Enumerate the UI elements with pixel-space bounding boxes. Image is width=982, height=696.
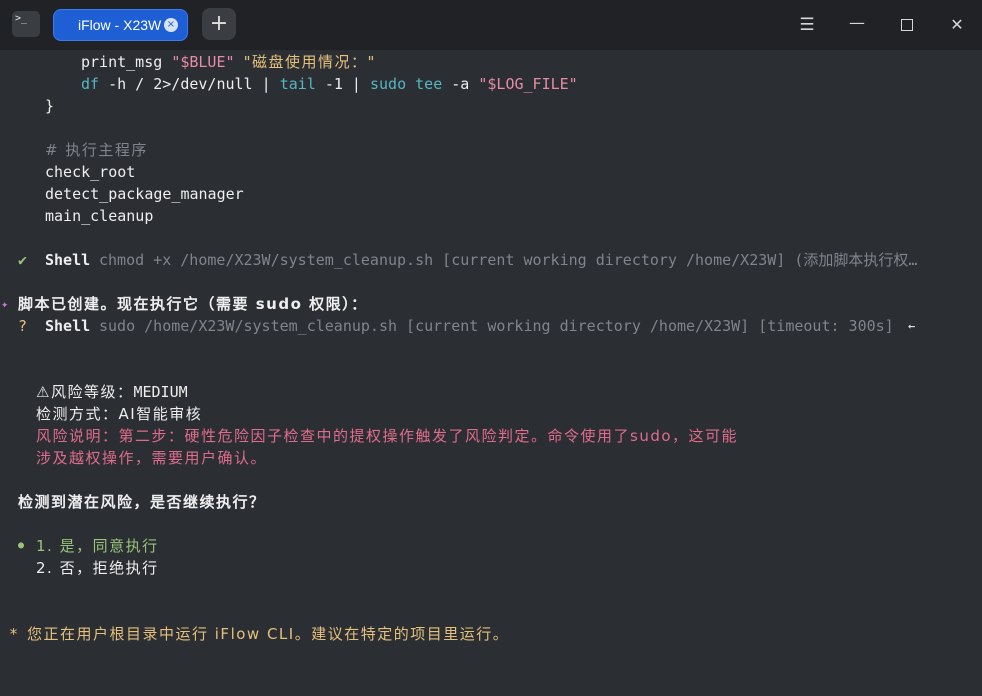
tool-name-shell: Shell: [45, 317, 91, 335]
code-text: -a: [442, 75, 479, 93]
code-line-check-root: check_root: [45, 163, 136, 181]
confirm-question: 检测到潜在风险，是否继续执行？: [18, 493, 266, 511]
check-icon: ✔: [18, 251, 28, 269]
terminal-output[interactable]: print_msg "$BLUE" "磁盘使用情况：" df -h / 2>/d…: [0, 50, 982, 696]
code-fn: print_msg: [81, 53, 163, 71]
tool-command-chmod: chmod +x /home/X23W/system_cleanup.sh [c…: [99, 251, 918, 269]
terminal-app-icon[interactable]: >_: [12, 11, 40, 37]
title-bar: >_ iFlow - X23W × + ☰ — ✕: [0, 0, 982, 50]
pending-icon: ?: [18, 317, 28, 335]
tab-label: iFlow - X23W: [78, 17, 162, 33]
assistant-message: 脚本已创建。现在执行它（需要 sudo 权限）：: [18, 295, 368, 313]
code-comment: # 执行主程序: [45, 141, 148, 159]
sparkle-icon: ✦: [1, 297, 9, 311]
code-cmd-tee: tee: [415, 75, 443, 93]
code-arg-blue: "$BLUE": [171, 53, 235, 71]
code-text: -1 |: [315, 75, 370, 93]
code-cmd-sudo: sudo: [370, 75, 407, 93]
star-icon: *: [9, 625, 19, 643]
risk-method: 检测方式：AI智能审核: [36, 403, 202, 425]
code-line-main-cleanup: main_cleanup: [45, 207, 154, 225]
code-line-brace: }: [45, 97, 55, 115]
tab-close-icon[interactable]: ×: [164, 18, 178, 32]
code-line-df: df -h / 2>/dev/null | tail -1 | sudo tee…: [81, 73, 578, 95]
code-line-detect-pm: detect_package_manager: [45, 185, 244, 203]
arrow-left-icon: ←: [908, 319, 916, 333]
risk-method-label: 检测方式：: [36, 405, 119, 423]
code-text: -h / 2>/dev/null |: [99, 75, 280, 93]
risk-description-line2: 涉及越权操作，需要用户确认。: [36, 449, 268, 467]
code-arg-disk: "磁盘使用情况：": [243, 53, 376, 71]
tool-name-shell: Shell: [45, 251, 91, 269]
terminal-window: >_ iFlow - X23W × + ☰ — ✕ print_msg "$BL…: [0, 0, 982, 696]
menu-icon[interactable]: ☰: [795, 13, 819, 37]
tab-iflow[interactable]: iFlow - X23W ×: [53, 9, 188, 41]
code-cmd-tail: tail: [279, 75, 316, 93]
code-line-print-msg: print_msg "$BLUE" "磁盘使用情况：": [81, 51, 376, 73]
selected-bullet-icon: ●: [18, 540, 25, 551]
risk-level-value: MEDIUM: [133, 383, 188, 401]
code-var-logfile: "$LOG_FILE": [478, 75, 578, 93]
risk-level-label: ⚠风险等级：: [36, 383, 134, 401]
code-cmd-df: df: [81, 75, 100, 93]
option-reject[interactable]: 2. 否，拒绝执行: [36, 557, 159, 579]
new-tab-button[interactable]: +: [202, 8, 236, 40]
option-approve[interactable]: 1. 是，同意执行: [36, 535, 159, 557]
risk-level: ⚠风险等级：MEDIUM: [36, 381, 188, 403]
minimize-icon[interactable]: —: [845, 13, 869, 37]
footer-warning: 您正在用户根目录中运行 iFlow CLI。建议在特定的项目里运行。: [27, 625, 510, 643]
risk-description-line1: 风险说明：第二步：硬性危险因子检查中的提权操作触发了风险判定。命令使用了sudo…: [36, 427, 739, 445]
risk-method-value: AI智能审核: [118, 405, 203, 423]
maximize-icon[interactable]: [895, 13, 919, 37]
close-icon[interactable]: ✕: [945, 13, 969, 37]
tool-command-sudo: sudo /home/X23W/system_cleanup.sh [curre…: [99, 317, 894, 335]
